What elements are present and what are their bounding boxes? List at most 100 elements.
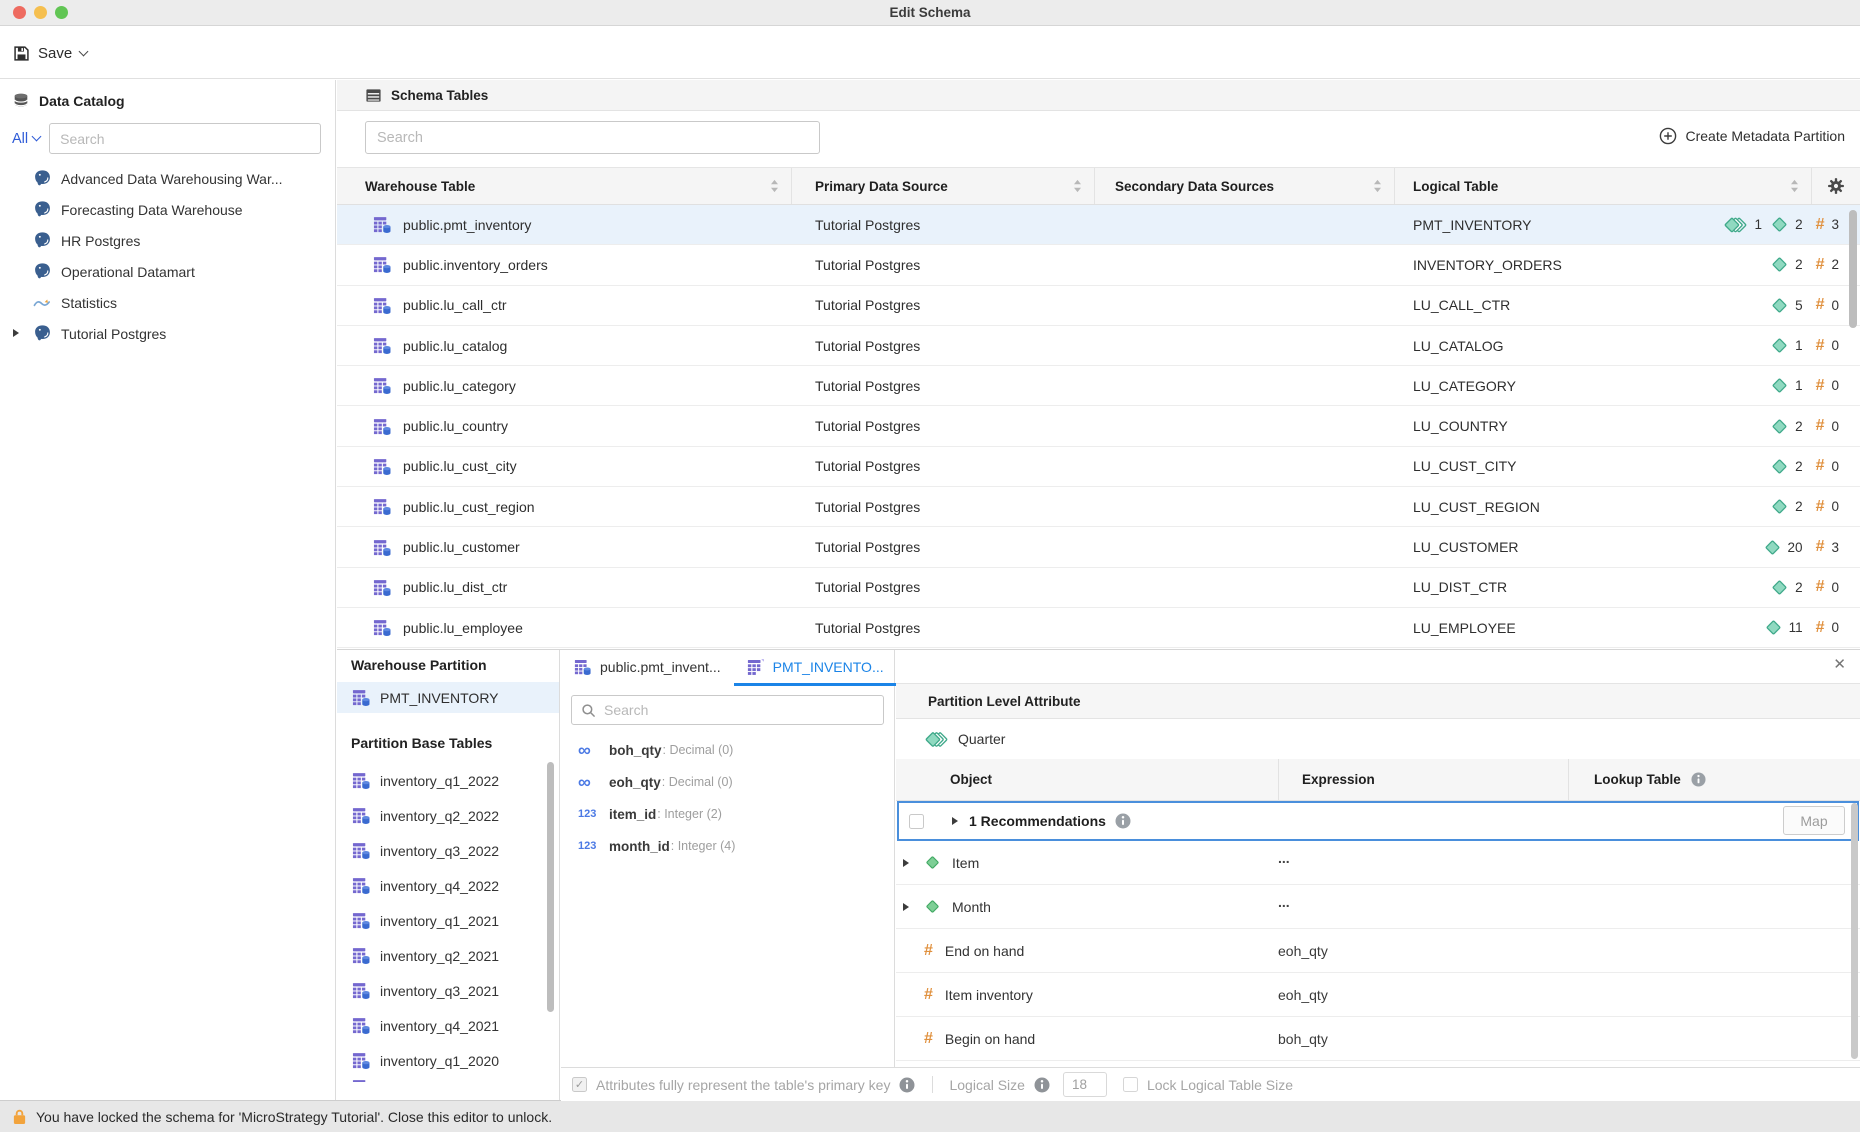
sidebar-item-tutorial-postgres[interactable]: Tutorial Postgres — [0, 318, 335, 349]
base-tables-scrollbar[interactable] — [547, 762, 554, 1012]
table-row-lu-call-ctr[interactable]: public.lu_call_ctr Tutorial Postgres LU_… — [337, 286, 1860, 326]
sidebar-item-operational-datamart[interactable]: Operational Datamart — [0, 256, 335, 287]
attribute-rows-scrollbar[interactable] — [1851, 803, 1858, 1059]
fact-hash-icon: # — [1816, 256, 1825, 274]
list-item[interactable]: 123 item_id : Integer (2) — [561, 798, 894, 830]
table-row-lu-category[interactable]: public.lu_category Tutorial Postgres LU_… — [337, 366, 1860, 406]
table-row-lu-catalog[interactable]: public.lu_catalog Tutorial Postgres LU_C… — [337, 326, 1860, 366]
recommendations-checkbox[interactable] — [909, 814, 924, 829]
table-scrollbar[interactable] — [1849, 210, 1857, 328]
table-row-lu-dist-ctr[interactable]: public.lu_dist_ctr Tutorial Postgres LU_… — [337, 568, 1860, 608]
object-row-item[interactable]: Item ... — [896, 841, 1860, 885]
primary-data-source: Tutorial Postgres — [815, 338, 920, 354]
columns-search-box[interactable] — [571, 695, 884, 725]
status-bar: You have locked the schema for 'MicroStr… — [0, 1100, 1860, 1132]
warehouse-table-icon — [373, 296, 392, 315]
list-item[interactable]: ∞ eoh_qty : Decimal (0) — [561, 766, 894, 798]
warehouse-table-cell: public.lu_catalog — [337, 326, 792, 365]
save-floppy-icon — [13, 45, 30, 62]
attribute-diamond-icon — [1771, 337, 1788, 354]
partition-attribute-row[interactable]: Quarter — [896, 719, 1860, 759]
expand-caret-icon[interactable] — [903, 859, 909, 867]
table-row-lu-cust-city[interactable]: public.lu_cust_city Tutorial Postgres LU… — [337, 447, 1860, 487]
list-item[interactable]: inventory_q1_2020 — [337, 1043, 559, 1078]
object-counts: 1 2 #3 — [1723, 216, 1844, 234]
table-row-inventory-orders[interactable]: public.inventory_orders Tutorial Postgre… — [337, 245, 1860, 285]
sort-arrows-icon[interactable] — [770, 179, 779, 193]
tab-warehouse-table[interactable]: public.pmt_invent... — [561, 650, 734, 686]
list-item[interactable]: inventory_q2_2022 — [337, 798, 559, 833]
table-row-lu-cust-region[interactable]: public.lu_cust_region Tutorial Postgres … — [337, 487, 1860, 527]
list-item[interactable]: inventory_q4_2021 — [337, 1008, 559, 1043]
primary-data-source: Tutorial Postgres — [815, 297, 920, 313]
list-item[interactable]: inventory_q4_2022 — [337, 868, 559, 903]
partition-diamond-stack-icon — [924, 730, 949, 749]
object-row-begin-on-hand[interactable]: # Begin on hand boh_qty — [896, 1017, 1860, 1061]
list-item[interactable]: inventory_q3_2022 — [337, 833, 559, 868]
grid-settings-button[interactable] — [1812, 168, 1860, 204]
info-icon[interactable] — [899, 1077, 915, 1093]
sort-arrows-icon[interactable] — [1373, 179, 1382, 193]
columns-search-input[interactable] — [604, 702, 874, 718]
list-item[interactable]: inventory_q1_2022 — [337, 763, 559, 798]
warehouse-table-cell: public.inventory_orders — [337, 245, 792, 284]
object-row-month[interactable]: Month ... — [896, 885, 1860, 929]
sidebar-item-advanced-dw[interactable]: Advanced Data Warehousing War... — [0, 163, 335, 194]
expand-caret-icon[interactable] — [13, 329, 19, 337]
map-button[interactable]: Map — [1783, 806, 1845, 835]
expand-caret-icon[interactable] — [903, 903, 909, 911]
primary-key-checkbox[interactable]: ✓ — [572, 1077, 587, 1092]
sort-arrows-icon[interactable] — [1073, 179, 1082, 193]
table-row-pmt-inventory[interactable]: public.pmt_inventory Tutorial Postgres P… — [337, 205, 1860, 245]
secondary-data-sources-cell — [1095, 286, 1395, 325]
sidebar-item-statistics[interactable]: Statistics — [0, 287, 335, 318]
window-title: Edit Schema — [0, 0, 1860, 25]
list-item[interactable]: inventory_q2_2021 — [337, 938, 559, 973]
info-icon[interactable] — [1115, 813, 1131, 829]
list-item[interactable]: ∞ boh_qty : Decimal (0) — [561, 734, 894, 766]
sort-arrows-icon[interactable] — [1790, 179, 1799, 193]
warehouse-table-icon — [373, 376, 392, 395]
column-header-primary-data-source[interactable]: Primary Data Source — [792, 168, 1095, 204]
sidebar-item-forecasting-dw[interactable]: Forecasting Data Warehouse — [0, 194, 335, 225]
table-row-lu-customer[interactable]: public.lu_customer Tutorial Postgres LU_… — [337, 527, 1860, 567]
create-metadata-partition-button[interactable]: Create Metadata Partition — [1659, 127, 1845, 145]
logical-table-cell: LU_CUST_CITY 2 #0 — [1395, 447, 1860, 486]
lock-logical-size-checkbox[interactable] — [1123, 1077, 1138, 1092]
expand-caret-icon[interactable] — [952, 817, 958, 825]
primary-data-source: Tutorial Postgres — [815, 458, 920, 474]
schema-tables-search-input[interactable] — [365, 121, 820, 154]
expression-value: ... — [1278, 894, 1568, 910]
logical-size-input[interactable] — [1063, 1072, 1107, 1097]
recommendations-row[interactable]: 1 Recommendations Map — [897, 801, 1859, 841]
list-item[interactable]: inventory_q1_2021 — [337, 903, 559, 938]
catalog-search-input[interactable] — [49, 123, 321, 154]
column-type: : Decimal (0) — [663, 743, 734, 757]
column-header-warehouse-table[interactable]: Warehouse Table — [337, 168, 792, 204]
table-row-lu-country[interactable]: public.lu_country Tutorial Postgres LU_C… — [337, 406, 1860, 446]
save-button[interactable]: Save — [13, 40, 87, 66]
info-icon[interactable] — [1691, 772, 1706, 787]
warehouse-table-icon — [373, 618, 392, 637]
column-header-secondary-data-sources[interactable]: Secondary Data Sources — [1095, 168, 1395, 204]
column-header-logical-table[interactable]: Logical Table — [1395, 168, 1812, 204]
table-row-lu-employee[interactable]: public.lu_employee Tutorial Postgres LU_… — [337, 608, 1860, 648]
list-item[interactable]: inventory_q3_2021 — [337, 973, 559, 1008]
list-item[interactable]: 123 month_id : Integer (4) — [561, 830, 894, 862]
column-label: Object — [950, 772, 992, 787]
logical-table-cell: LU_CATALOG 1 #0 — [1395, 326, 1860, 365]
object-row-item-inventory[interactable]: # Item inventory eoh_qty — [896, 973, 1860, 1017]
warehouse-table-icon — [352, 841, 371, 860]
sidebar-item-hr-postgres[interactable]: HR Postgres — [0, 225, 335, 256]
warehouse-table-icon — [352, 876, 371, 895]
secondary-data-sources-cell — [1095, 568, 1395, 607]
selected-partition-table[interactable]: PMT_INVENTORY — [337, 682, 559, 713]
attribute-diamond-icon — [1771, 377, 1788, 394]
tab-logical-table[interactable]: PMT_INVENTO... — [734, 650, 897, 686]
close-icon[interactable]: ✕ — [1833, 657, 1846, 672]
info-icon[interactable] — [1034, 1077, 1050, 1093]
catalog-filter-dropdown[interactable]: All — [12, 131, 40, 147]
save-dropdown-chevron-icon[interactable] — [79, 46, 89, 56]
primary-data-source-cell: Tutorial Postgres — [792, 487, 1095, 526]
object-row-end-on-hand[interactable]: # End on hand eoh_qty — [896, 929, 1860, 973]
